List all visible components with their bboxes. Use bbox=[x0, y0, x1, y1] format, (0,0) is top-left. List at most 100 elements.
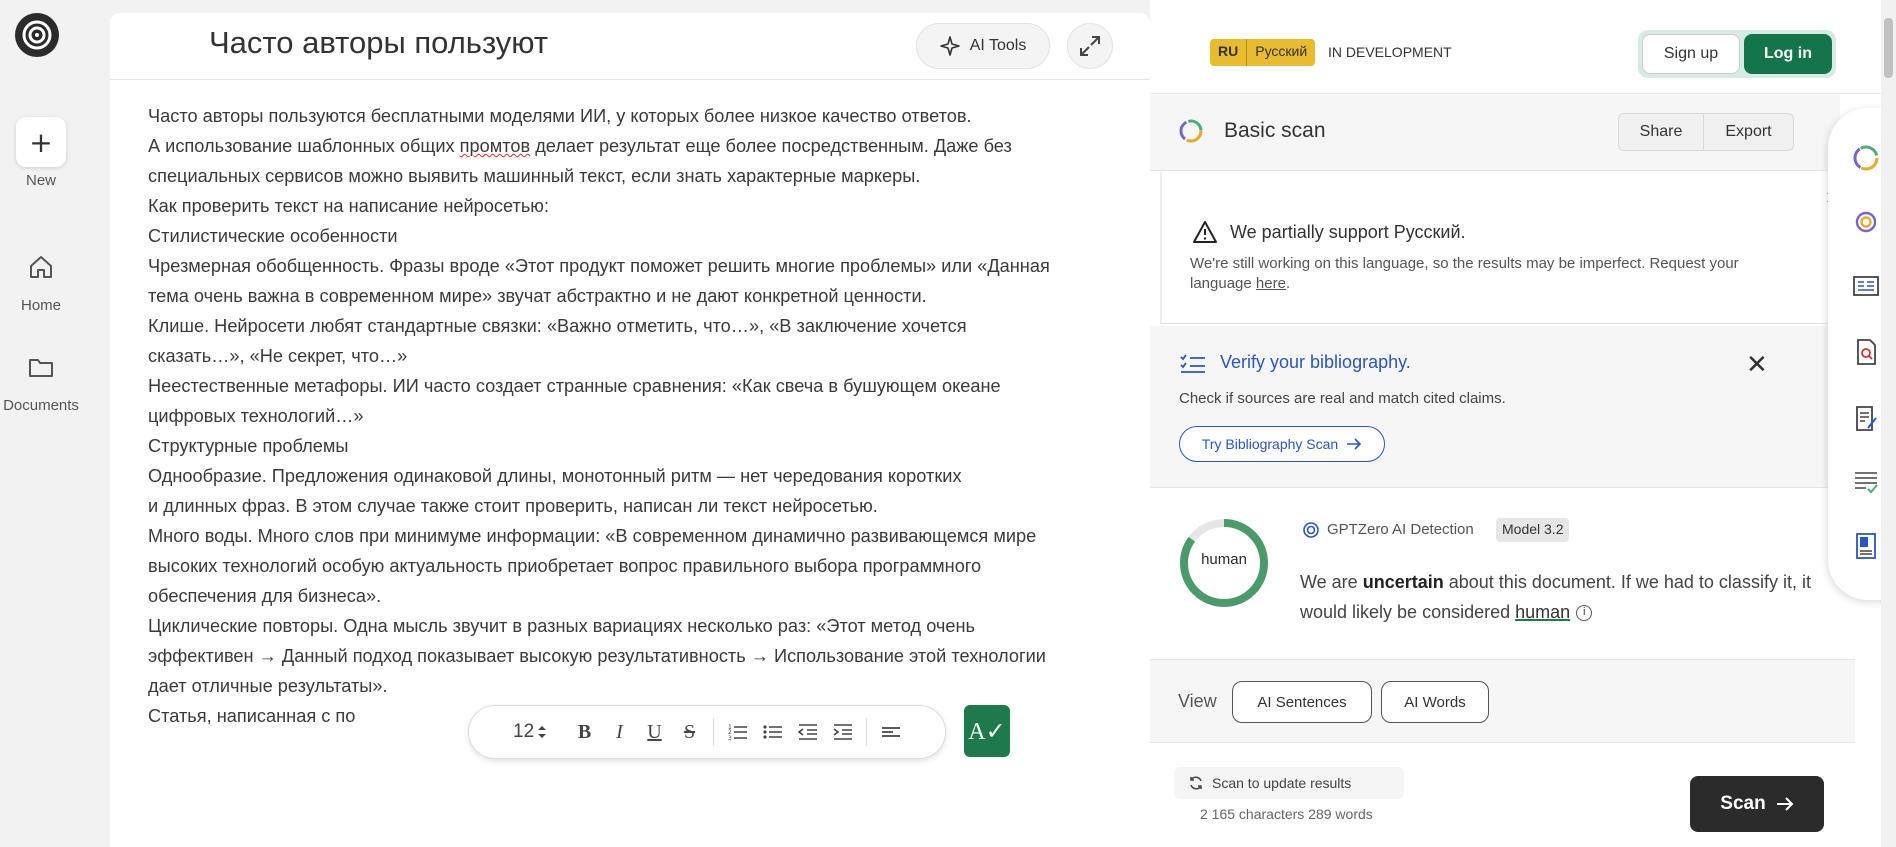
editor-divider bbox=[110, 79, 1150, 80]
document-line[interactable]: Чрезмерная обобщенность. Фразы вроде «Эт… bbox=[148, 251, 1138, 281]
document-line[interactable]: Структурные проблемы bbox=[148, 431, 1138, 461]
language-selector[interactable]: RU Русский bbox=[1210, 39, 1316, 66]
auth-group: Sign up Log in bbox=[1638, 30, 1836, 78]
folder-icon[interactable] bbox=[28, 354, 54, 380]
spellcheck-button[interactable]: A✓ bbox=[964, 705, 1010, 757]
documents-nav-label[interactable]: Documents bbox=[0, 397, 82, 414]
model-badge: Model 3.2 bbox=[1496, 518, 1570, 542]
scrollbar-thumb[interactable] bbox=[1884, 18, 1893, 78]
checklist-tool-icon[interactable] bbox=[1852, 468, 1880, 496]
home-icon[interactable] bbox=[28, 254, 54, 280]
bibliography-text: Check if sources are real and match cite… bbox=[1179, 390, 1506, 407]
new-document-button[interactable]: + bbox=[16, 117, 66, 167]
ai-scan-tool-icon[interactable] bbox=[1852, 144, 1880, 172]
sparkle-icon bbox=[939, 36, 960, 56]
gptzero-logo-icon[interactable] bbox=[15, 13, 59, 57]
numbered-list-icon[interactable]: 123 bbox=[720, 715, 755, 750]
misspelled-word[interactable]: промтов bbox=[460, 136, 531, 156]
scan-spinner-icon bbox=[1179, 119, 1203, 143]
refresh-icon bbox=[1190, 776, 1202, 790]
scan-to-update-button[interactable]: Scan to update results bbox=[1174, 767, 1404, 799]
document-line[interactable]: Как проверить текст на написание нейросе… bbox=[148, 191, 1138, 221]
language-code: RU bbox=[1210, 39, 1248, 66]
bullet-list-icon[interactable] bbox=[755, 715, 790, 750]
checklist-icon bbox=[1180, 354, 1205, 373]
italic-icon[interactable]: I bbox=[602, 715, 637, 750]
dev-status: IN DEVELOPMENT bbox=[1328, 44, 1452, 60]
format-toolbar: 12 B I U S 123 bbox=[468, 705, 946, 759]
document-line[interactable]: Стилистические особенности bbox=[148, 221, 1138, 251]
stepper-icon bbox=[538, 726, 547, 738]
arrow-right-icon bbox=[1347, 438, 1362, 450]
scrollbar[interactable] bbox=[1881, 0, 1896, 847]
outdent-icon[interactable] bbox=[790, 715, 825, 750]
strikethrough-icon[interactable]: S bbox=[672, 715, 707, 750]
new-label: New bbox=[25, 172, 56, 189]
bold-icon[interactable]: B bbox=[567, 715, 602, 750]
export-button[interactable]: Export bbox=[1704, 113, 1794, 151]
document-line[interactable]: Неестественные метафоры. ИИ часто создае… bbox=[148, 371, 1138, 401]
ai-tools-button[interactable]: AI Tools bbox=[916, 23, 1050, 69]
expand-button[interactable] bbox=[1067, 23, 1113, 69]
font-size-select[interactable]: 12 bbox=[513, 721, 567, 743]
document-line[interactable]: тема очень важна в современном мире» зву… bbox=[148, 281, 1138, 311]
bibliography-promo: Verify your bibliography. Check if sourc… bbox=[1150, 326, 1840, 488]
document-line[interactable]: специальных сервисов можно выявить машин… bbox=[148, 161, 1138, 191]
document-line[interactable]: сказать…», «Не секрет, что…» bbox=[148, 341, 1138, 371]
document-line[interactable]: Много воды. Много слов при минимуме инфо… bbox=[148, 521, 1138, 551]
document-line[interactable]: дает отличные результаты». bbox=[148, 671, 1138, 701]
results-panel: RU Русский IN DEVELOPMENT Sign up Log in… bbox=[1150, 0, 1896, 847]
document-line[interactable]: Клише. Нейросети любят стандартные связк… bbox=[148, 311, 1138, 341]
document-line[interactable]: Однообразие. Предложения одинаковой длин… bbox=[148, 461, 1138, 491]
view-label: View bbox=[1178, 691, 1217, 711]
editor-panel: Часто авторы пользуют AI Tools Часто авт… bbox=[110, 13, 1150, 847]
scan-title: Basic scan bbox=[1224, 119, 1326, 142]
document-line[interactable]: высоких технологий особую актуальность п… bbox=[148, 551, 1138, 581]
grader-tool-icon[interactable] bbox=[1852, 404, 1880, 432]
bottom-bar: Scan to update results 2 165 characters … bbox=[1150, 755, 1896, 847]
document-line[interactable]: цифровых технологий…» bbox=[148, 401, 1138, 431]
home-nav-label[interactable]: Home bbox=[0, 297, 82, 314]
document-line[interactable]: Циклические повторы. Одна мысль звучит в… bbox=[148, 611, 1138, 641]
share-button[interactable]: Share bbox=[1618, 113, 1704, 151]
citation-tool-icon[interactable] bbox=[1852, 532, 1880, 560]
advanced-scan-tool-icon[interactable] bbox=[1852, 208, 1880, 236]
document-line[interactable]: и длинных фраз. В этом случае также стои… bbox=[148, 491, 1138, 521]
writing-report-tool-icon[interactable] bbox=[1852, 272, 1880, 300]
plagiarism-tool-icon[interactable] bbox=[1852, 338, 1880, 366]
arrow-right-icon bbox=[1776, 797, 1794, 811]
ring-label: human bbox=[1201, 551, 1247, 568]
indent-icon[interactable] bbox=[825, 715, 860, 750]
align-left-icon[interactable] bbox=[873, 715, 908, 750]
log-in-button[interactable]: Log in bbox=[1744, 34, 1832, 74]
scan-header: Basic scan Share Export bbox=[1150, 95, 1840, 171]
document-line[interactable]: А использование шаблонных общих промтов … bbox=[148, 131, 1138, 161]
gptzero-small-icon bbox=[1303, 522, 1319, 538]
info-icon[interactable]: i bbox=[1576, 605, 1593, 622]
font-size-value: 12 bbox=[513, 721, 535, 742]
warning-text: We're still working on this language, so… bbox=[1190, 255, 1739, 292]
svg-text:3: 3 bbox=[728, 735, 732, 741]
expand-icon bbox=[1080, 36, 1100, 56]
spellcheck-icon: A✓ bbox=[968, 718, 1006, 745]
view-toggle-row: View AI Sentences AI Words bbox=[1150, 659, 1855, 743]
warning-title: We partially support Русский. bbox=[1230, 222, 1466, 242]
document-title[interactable]: Часто авторы пользуют bbox=[209, 25, 581, 65]
toolbar-separator bbox=[866, 718, 867, 746]
bibliography-title[interactable]: Verify your bibliography. bbox=[1220, 352, 1411, 373]
ai-sentences-button[interactable]: AI Sentences bbox=[1232, 681, 1372, 723]
document-line[interactable]: эффективен → Данный подход показывает вы… bbox=[148, 641, 1138, 671]
try-bibliography-scan-button[interactable]: Try Bibliography Scan bbox=[1179, 426, 1385, 462]
underline-icon[interactable]: U bbox=[637, 715, 672, 750]
document-line[interactable]: обеспечения для бизнеса». bbox=[148, 581, 1138, 611]
language-name: Русский bbox=[1247, 39, 1316, 66]
document-body[interactable]: Часто авторы пользуются бесплатными моде… bbox=[148, 101, 1138, 731]
detection-result: human GPTZero AI Detection Model 3.2 We … bbox=[1150, 489, 1840, 659]
sign-up-button[interactable]: Sign up bbox=[1642, 34, 1740, 74]
scan-button[interactable]: Scan bbox=[1690, 776, 1824, 832]
character-word-count: 2 165 characters 289 words bbox=[1200, 806, 1373, 822]
ai-words-button[interactable]: AI Words bbox=[1381, 681, 1489, 723]
request-language-link[interactable]: here bbox=[1256, 275, 1286, 292]
close-icon[interactable]: ✕ bbox=[1746, 350, 1768, 380]
document-line[interactable]: Часто авторы пользуются бесплатными моде… bbox=[148, 101, 1138, 131]
